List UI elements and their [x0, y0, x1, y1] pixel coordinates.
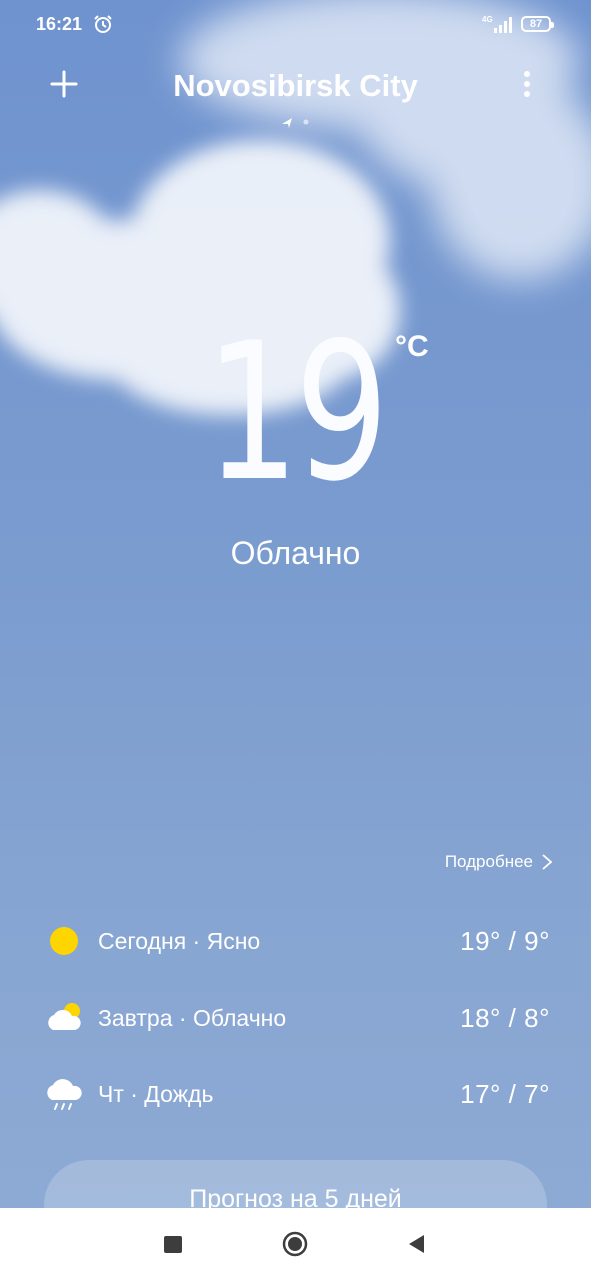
city-title: Novosibirsk City	[173, 68, 418, 103]
network-type: 4G	[482, 15, 493, 24]
forecast-label: Сегодня · Ясно	[98, 927, 261, 954]
details-label: Подробнее	[444, 852, 533, 871]
more-options-button[interactable]	[512, 66, 542, 102]
partly-cloudy-icon	[48, 1003, 81, 1030]
forecast-label: Чт · Дождь	[98, 1080, 214, 1107]
signal-icon: 4G	[482, 15, 512, 33]
alarm-icon	[94, 15, 112, 33]
temperature-unit: °C	[395, 330, 429, 363]
rain-icon	[47, 1079, 82, 1110]
page-dot	[303, 119, 309, 125]
back-button[interactable]	[406, 1233, 426, 1255]
forecast-row-tomorrow[interactable]: Завтра · Облачно 18° / 8°	[44, 994, 550, 1042]
current-temperature: 19	[205, 302, 389, 523]
forecast-label: Завтра · Облачно	[98, 1004, 287, 1031]
status-bar: 16:21 4G 87	[0, 0, 591, 50]
current-condition: Облачно	[230, 535, 361, 571]
home-button[interactable]	[282, 1231, 308, 1257]
forecast-temps: 17° / 7°	[460, 1078, 550, 1109]
forecast-temps: 18° / 8°	[460, 1002, 550, 1033]
battery-indicator: 87	[521, 16, 554, 32]
page-indicator	[282, 118, 309, 128]
details-link[interactable]: Подробнее	[445, 852, 553, 872]
sun-icon	[50, 927, 78, 955]
forecast-temps: 19° / 9°	[460, 925, 550, 956]
forecast-row-today[interactable]: Сегодня · Ясно 19° / 9°	[44, 917, 550, 965]
forecast-row-thursday[interactable]: Чт · Дождь 17° / 7°	[44, 1070, 550, 1118]
status-time: 16:21	[36, 14, 83, 34]
chevron-right-icon	[542, 854, 553, 870]
recent-apps-button[interactable]	[164, 1236, 182, 1253]
location-arrow-icon	[282, 118, 292, 128]
